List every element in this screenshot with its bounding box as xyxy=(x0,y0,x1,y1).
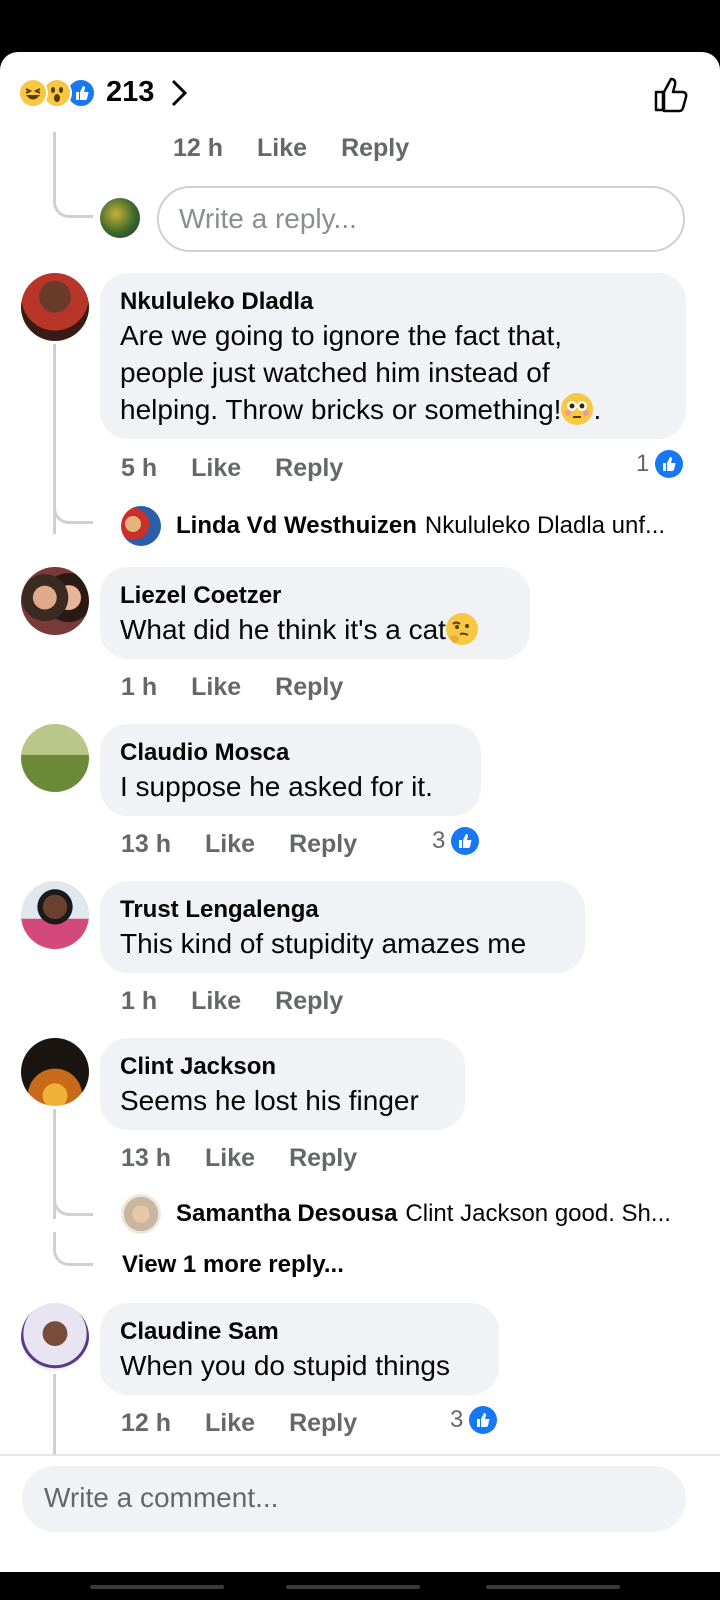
comment-text-tail: . xyxy=(593,394,602,425)
reply-link[interactable]: Reply xyxy=(289,1409,357,1438)
reply-preview[interactable]: Samantha Desousa Clint Jackson good. Sh.… xyxy=(176,1200,671,1228)
comment-author[interactable]: Nkululeko Dladla xyxy=(120,287,666,317)
reply-link[interactable]: Reply xyxy=(275,673,343,702)
comment-meta: 1 h Like Reply xyxy=(121,673,377,702)
comment-author[interactable]: Liezel Coetzer xyxy=(120,581,510,611)
comment-meta: 13 h Like Reply xyxy=(121,1144,391,1173)
reply-link[interactable]: Reply xyxy=(289,1144,357,1173)
comment-bubble[interactable]: Claudio Mosca I suppose he asked for it. xyxy=(100,724,481,816)
reply-author[interactable]: Samantha Desousa xyxy=(176,1200,397,1228)
comment-author[interactable]: Claudio Mosca xyxy=(120,738,461,768)
reply-link[interactable]: Reply xyxy=(275,454,343,483)
avatar[interactable] xyxy=(21,1038,89,1106)
reply-link[interactable]: Reply xyxy=(341,134,409,163)
comment-author[interactable]: Trust Lengalenga xyxy=(120,895,565,925)
like-badge-icon xyxy=(451,827,480,855)
nav-gesture-handle[interactable] xyxy=(486,1585,620,1589)
comment-author[interactable]: Claudine Sam xyxy=(120,1317,479,1347)
reply-link[interactable]: Reply xyxy=(289,830,357,859)
comment-meta: 13 h Like Reply xyxy=(121,830,391,859)
comment-bubble[interactable]: Trust Lengalenga This kind of stupidity … xyxy=(100,881,585,973)
comment-time: 12 h xyxy=(173,134,224,162)
thread-connector xyxy=(53,492,93,524)
comment-meta: 5 h Like Reply xyxy=(121,454,377,483)
like-badge-icon xyxy=(655,450,684,478)
comment-bubble[interactable]: Clint Jackson Seems he lost his finger xyxy=(100,1038,465,1130)
avatar xyxy=(121,506,161,546)
like-count[interactable]: 3 xyxy=(432,827,480,855)
reply-author[interactable]: Linda Vd Westhuizen xyxy=(176,512,417,540)
comment-time: 5 h xyxy=(121,454,158,482)
reply-text: Nkululeko Dladla unf... xyxy=(424,512,666,539)
comment-text-line: people just watched him instead of xyxy=(120,357,550,388)
like-link[interactable]: Like xyxy=(205,1144,255,1173)
reply-preview[interactable]: Linda Vd Westhuizen Nkululeko Dladla unf… xyxy=(176,512,665,540)
thread-connector xyxy=(53,1182,93,1216)
nav-gesture-handle[interactable] xyxy=(286,1585,420,1589)
comment-time: 1 h xyxy=(121,673,158,701)
comment-text: Seems he lost his finger xyxy=(120,1085,419,1116)
like-link[interactable]: Like xyxy=(205,830,255,859)
avatar[interactable] xyxy=(21,1303,89,1371)
like-link[interactable]: Like xyxy=(191,454,241,483)
haha-icon xyxy=(18,77,48,108)
like-link[interactable]: Like xyxy=(257,134,307,163)
like-link[interactable]: Like xyxy=(191,673,241,702)
avatar[interactable] xyxy=(21,567,89,635)
like-badge-icon xyxy=(469,1406,498,1434)
thread-connector xyxy=(53,1232,93,1266)
comment-bubble[interactable]: Liezel Coetzer What did he think it's a … xyxy=(100,567,530,659)
comment-time: 12 h xyxy=(121,1409,172,1437)
avatar[interactable] xyxy=(21,273,89,341)
avatar[interactable] xyxy=(21,724,89,792)
like-link[interactable]: Like xyxy=(191,987,241,1016)
thinking-emoji-icon xyxy=(445,613,478,645)
chevron-right-icon[interactable] xyxy=(170,78,188,108)
avatar[interactable] xyxy=(21,881,89,949)
comment-bubble[interactable]: Nkululeko Dladla Are we going to ignore … xyxy=(100,273,686,439)
reply-link[interactable]: Reply xyxy=(275,987,343,1016)
flushed-emoji-icon xyxy=(561,393,594,425)
comment-meta: 1 h Like Reply xyxy=(121,987,377,1016)
divider xyxy=(0,1454,720,1456)
comment-text: Are we going to ignore the fact that, pe… xyxy=(120,317,666,428)
like-count-number: 3 xyxy=(432,827,446,854)
comment-time: 1 h xyxy=(121,987,158,1015)
comment-text-line: Are we going to ignore the fact that, xyxy=(120,320,563,351)
like-count[interactable]: 3 xyxy=(450,1406,498,1434)
like-count-number: 3 xyxy=(450,1406,464,1433)
thread-connector xyxy=(53,162,93,218)
thread-line xyxy=(53,1374,56,1454)
comment-time: 13 h xyxy=(121,830,172,858)
comment-time: 13 h xyxy=(121,1144,172,1172)
nav-gesture-handle[interactable] xyxy=(90,1585,224,1589)
reaction-count[interactable]: 213 xyxy=(106,76,154,109)
like-count[interactable]: 1 xyxy=(636,450,684,478)
reply-input[interactable]: Write a reply... xyxy=(157,186,685,252)
like-button-icon[interactable] xyxy=(652,74,692,114)
comment-meta: 12 h Like Reply xyxy=(121,1409,391,1438)
comments-sheet: 213 12 h Like Reply Write a reply... Nku… xyxy=(0,52,720,1572)
comment-text-line: helping. Throw bricks or something! xyxy=(120,394,562,425)
comment-author[interactable]: Clint Jackson xyxy=(120,1052,445,1082)
like-count-number: 1 xyxy=(636,450,650,477)
comment-bubble[interactable]: Claudine Sam When you do stupid things xyxy=(100,1303,499,1395)
avatar xyxy=(100,198,140,238)
comment-text: What did he think it's a cat xyxy=(120,614,446,645)
comment-text: When you do stupid things xyxy=(120,1350,450,1381)
like-link[interactable]: Like xyxy=(205,1409,255,1438)
comment-text: This kind of stupidity amazes me xyxy=(120,928,527,959)
comment-meta: 12 h Like Reply xyxy=(173,134,443,163)
comment-input[interactable]: Write a comment... xyxy=(22,1466,686,1532)
reactions-summary[interactable]: 213 xyxy=(18,76,188,109)
avatar xyxy=(121,1194,161,1234)
comment-text: I suppose he asked for it. xyxy=(120,771,433,802)
reply-text: Clint Jackson good. Sh... xyxy=(405,1200,671,1227)
view-more-replies-link[interactable]: View 1 more reply... xyxy=(122,1251,344,1279)
status-bar xyxy=(0,0,720,52)
